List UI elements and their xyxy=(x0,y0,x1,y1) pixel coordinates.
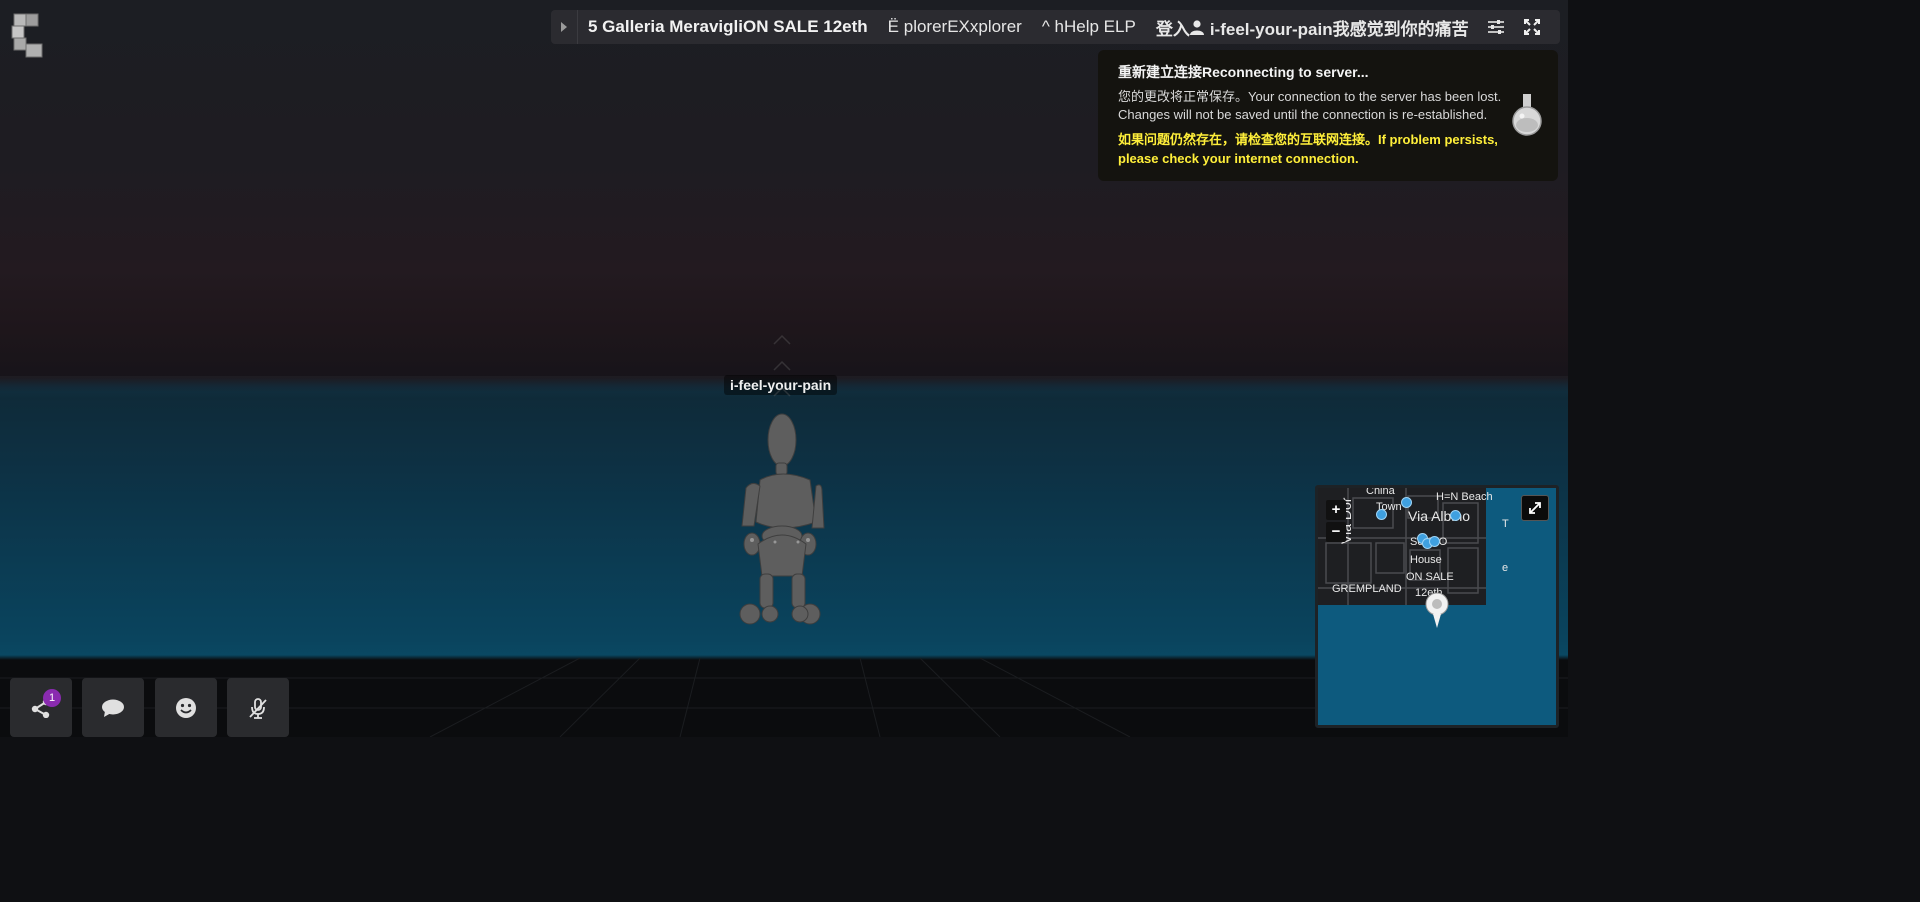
map-zoom-out-button[interactable]: − xyxy=(1326,522,1346,542)
fullscreen-icon[interactable] xyxy=(1523,18,1541,36)
map-label-china: China xyxy=(1366,485,1395,497)
emoji-button[interactable] xyxy=(155,678,217,737)
collapse-toggle-button[interactable] xyxy=(551,10,578,44)
map-label-beach: H=N Beach xyxy=(1436,491,1493,503)
top-bar: 5 Galleria MeravigliON SALE 12eth Ë plor… xyxy=(551,10,1560,44)
reconnect-notification: 重新建立连接Reconnecting to server... 您的更改将正常保… xyxy=(1098,50,1558,181)
map-label-on-sale: ON SALE xyxy=(1406,571,1454,583)
expand-arrows-icon xyxy=(1529,502,1541,514)
caret-right-icon xyxy=(561,22,567,32)
share-button[interactable]: 1 xyxy=(10,678,72,737)
notification-warning: 如果问题仍然存在，请检查您的互联网连接。If problem persists,… xyxy=(1118,132,1498,166)
mic-muted-icon xyxy=(249,697,267,719)
explorer-link[interactable]: Ë plorerEXxplorer xyxy=(888,17,1022,37)
map-poi-marker[interactable] xyxy=(1450,510,1461,521)
help-link[interactable]: ^ hHelp ELP xyxy=(1042,17,1136,37)
map-label-house: House xyxy=(1410,554,1442,566)
map-label-t: T xyxy=(1502,518,1509,530)
login-label: 登入 xyxy=(1155,19,1190,39)
map-poi-marker[interactable] xyxy=(1376,509,1387,520)
app-logo-icon[interactable] xyxy=(10,12,48,60)
settings-sliders-icon[interactable] xyxy=(1487,18,1505,36)
map-label-e: e xyxy=(1502,562,1509,574)
map-expand-button[interactable] xyxy=(1521,495,1549,521)
map-zoom-in-button[interactable]: + xyxy=(1326,500,1346,520)
username-label[interactable]: i-feel-your-pain我感觉到你的痛苦 xyxy=(1210,15,1469,40)
scene-title[interactable]: 5 Galleria MeravigliON SALE 12eth xyxy=(588,17,868,37)
notification-body: 您的更改将正常保存。Your connection to the server … xyxy=(1118,89,1502,122)
avatar-mannequin[interactable] xyxy=(730,330,830,630)
map-poi-marker[interactable] xyxy=(1401,497,1412,508)
microphone-button[interactable] xyxy=(227,678,289,737)
login-button[interactable]: 登入 xyxy=(1156,15,1204,40)
emoji-icon xyxy=(176,697,196,718)
chat-button[interactable] xyxy=(82,678,144,737)
minimap[interactable]: China Town H=N Beach Via Albino Via Dor … xyxy=(1315,485,1559,728)
share-count-badge: 1 xyxy=(43,689,61,707)
flask-icon xyxy=(1512,94,1542,136)
notification-title: 重新建立连接Reconnecting to server... xyxy=(1118,64,1369,80)
chat-icon xyxy=(102,699,124,717)
player-location-pin-icon xyxy=(1425,592,1449,628)
map-label-grempland: GREMPLAND xyxy=(1332,583,1402,595)
user-icon xyxy=(1189,19,1204,35)
map-poi-marker[interactable] xyxy=(1429,536,1440,547)
